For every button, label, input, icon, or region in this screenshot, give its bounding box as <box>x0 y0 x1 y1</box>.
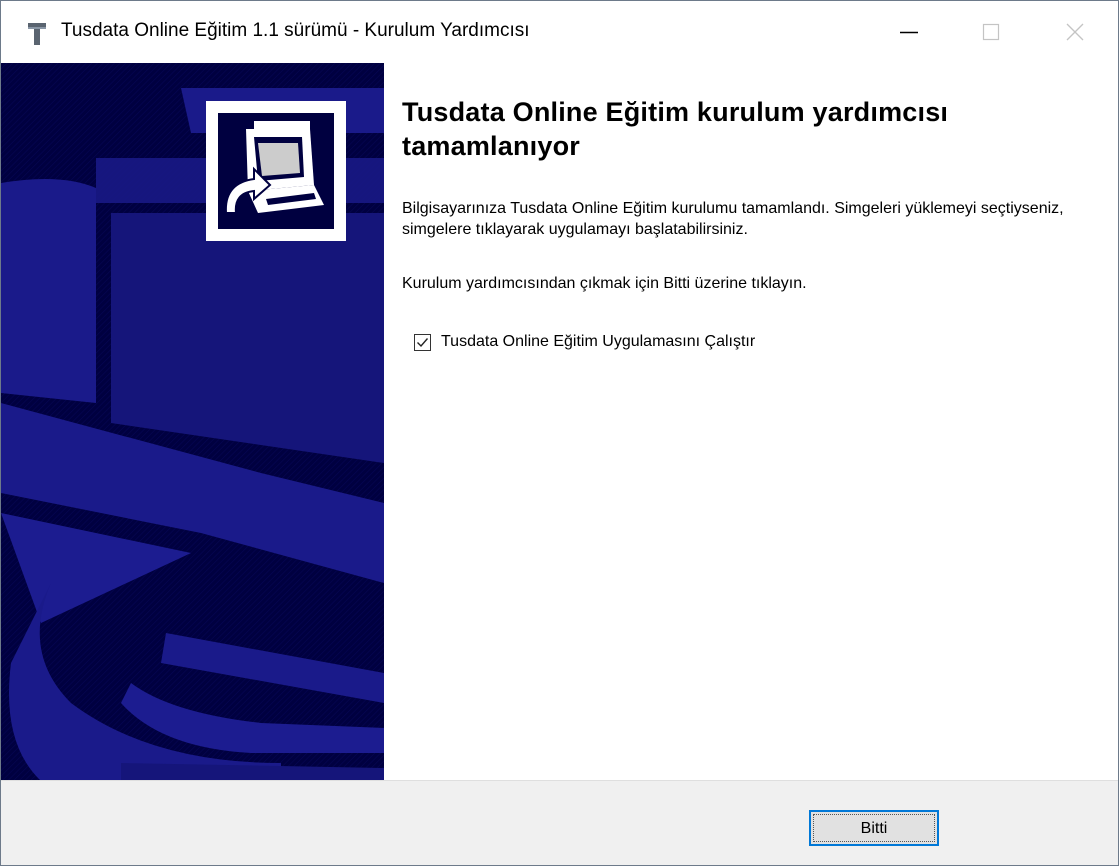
page-heading: Tusdata Online Eğitim kurulum yardımcısı… <box>402 97 949 161</box>
run-app-option[interactable]: Tusdata Online Eğitim Uygulamasını Çalış… <box>414 330 755 354</box>
window-title: Tusdata Online Eğitim 1.1 sürümü - Kurul… <box>61 20 530 41</box>
run-app-checkbox[interactable] <box>414 333 431 351</box>
finish-button-label: Bitti <box>813 814 935 842</box>
wizard-banner-image <box>1 63 384 781</box>
completion-message: Bilgisayarınıza Tusdata Online Eğitim ku… <box>402 200 1064 238</box>
title-bar[interactable]: Tusdata Online Eğitim 1.1 sürümü - Kurul… <box>1 1 1118 63</box>
setup-computer-icon <box>218 113 334 229</box>
close-icon <box>1066 23 1084 41</box>
maximize-button[interactable] <box>953 1 1029 63</box>
maximize-icon <box>982 23 1000 41</box>
wizard-footer: Bitti <box>1 780 1118 865</box>
minimize-button[interactable] <box>871 1 947 63</box>
wizard-content: Tusdata Online Eğitim kurulum yardımcısı… <box>1 63 1118 781</box>
run-app-label: Tusdata Online Eğitim Uygulamasını Çalış… <box>441 333 756 350</box>
setup-logo-frame <box>206 101 346 241</box>
finish-button[interactable]: Bitti <box>809 810 939 846</box>
exit-instruction: Kurulum yardımcısından çıkmak için Bitti… <box>402 275 807 292</box>
minimize-icon <box>900 31 918 34</box>
checkmark-icon <box>417 337 429 347</box>
close-button[interactable] <box>1037 1 1113 63</box>
installer-window: Tusdata Online Eğitim 1.1 sürümü - Kurul… <box>0 0 1119 866</box>
app-icon <box>28 23 46 45</box>
